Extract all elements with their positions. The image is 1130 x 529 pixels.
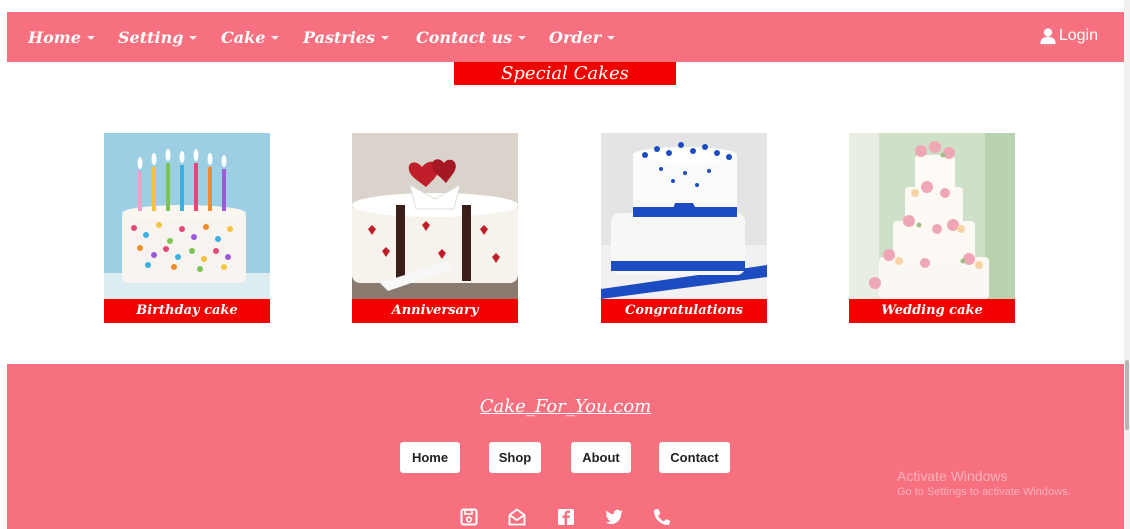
footer-contact-button[interactable]: Contact <box>659 442 730 473</box>
login-label: Login <box>1058 27 1098 44</box>
save-icon[interactable] <box>459 507 479 527</box>
cake-card-anniversary[interactable]: Anniversary <box>352 133 518 323</box>
scrollbar-thumb[interactable] <box>1125 360 1129 430</box>
mail-icon[interactable] <box>507 507 527 527</box>
card-label: Birthday cake <box>104 299 270 323</box>
nav-item-contact-us[interactable]: Contact us <box>416 28 527 47</box>
nav-item-label: Pastries <box>303 28 376 47</box>
nav-item-label: Home <box>28 28 81 47</box>
footer-brand-link[interactable]: Cake_For_You.com <box>7 396 1124 417</box>
chevron-down-icon <box>86 35 95 40</box>
activate-windows-watermark: Activate Windows Go to Settings to activ… <box>897 468 1071 498</box>
nav-item-cake[interactable]: Cake <box>221 28 280 47</box>
card-label: Congratulations <box>601 299 767 323</box>
chevron-down-icon <box>607 35 616 40</box>
footer-about-button[interactable]: About <box>571 442 631 473</box>
wedding-cake-image <box>849 133 1015 299</box>
nav-item-label: Setting <box>118 28 184 47</box>
congratulations-cake-image <box>601 133 767 299</box>
vertical-scrollbar[interactable] <box>1124 0 1130 529</box>
cake-card-birthday[interactable]: Birthday cake <box>104 133 270 323</box>
navbar: Home Setting Cake Pastries Contact us Or… <box>7 12 1124 62</box>
card-label: Anniversary <box>352 299 518 323</box>
card-label: Wedding cake <box>849 299 1015 323</box>
login-link[interactable]: Login <box>1039 27 1098 45</box>
nav-item-label: Cake <box>221 28 266 47</box>
watermark-subtitle: Go to Settings to activate Windows. <box>897 486 1071 498</box>
nav-item-label: Order <box>549 28 602 47</box>
nav-item-pastries[interactable]: Pastries <box>303 28 390 47</box>
chevron-down-icon <box>381 35 390 40</box>
user-icon <box>1040 28 1056 45</box>
chevron-down-icon <box>271 35 280 40</box>
birthday-cake-image <box>104 133 270 299</box>
anniversary-cake-image <box>352 133 518 299</box>
phone-icon[interactable] <box>652 507 672 527</box>
footer-home-button[interactable]: Home <box>400 442 460 473</box>
chevron-down-icon <box>518 35 527 40</box>
chevron-down-icon <box>189 35 198 40</box>
top-strip <box>0 0 1124 12</box>
footer-shop-button[interactable]: Shop <box>489 442 541 473</box>
twitter-icon[interactable] <box>604 507 624 527</box>
watermark-title: Activate Windows <box>897 468 1008 484</box>
nav-item-order[interactable]: Order <box>549 28 616 47</box>
nav-item-setting[interactable]: Setting <box>118 28 198 47</box>
nav-item-home[interactable]: Home <box>28 28 95 47</box>
cake-card-wedding[interactable]: Wedding cake <box>849 133 1015 323</box>
section-title: Special Cakes <box>454 62 676 85</box>
cake-card-congratulations[interactable]: Congratulations <box>601 133 767 323</box>
footer: Cake_For_You.com Home Shop About Contact… <box>7 364 1124 529</box>
nav-item-label: Contact us <box>416 28 513 47</box>
facebook-icon[interactable] <box>556 507 576 527</box>
